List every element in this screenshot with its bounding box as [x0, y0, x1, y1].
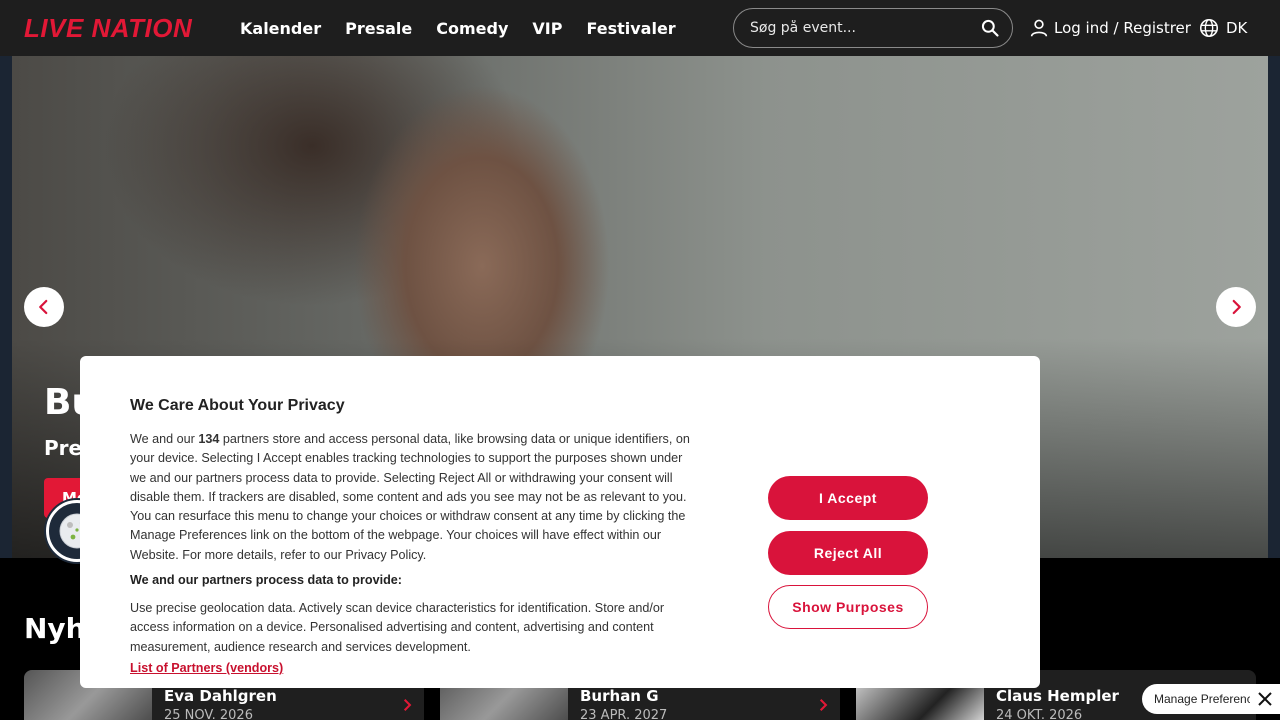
manage-preferences-label: Manage Preferences: [1154, 692, 1266, 706]
news-artist-name: Eva Dahlgren: [164, 687, 277, 705]
consent-body: We and our 134 partners store and access…: [130, 430, 695, 565]
close-icon: [1258, 692, 1272, 706]
partner-count: 134: [198, 432, 220, 446]
main-nav: Kalender Presale Comedy VIP Festivaler: [240, 0, 676, 56]
hero-side-right: [1268, 56, 1280, 558]
live-nation-logo[interactable]: LIVE NATION: [24, 15, 192, 41]
nav-item-kalender[interactable]: Kalender: [240, 19, 321, 38]
site-header: LIVE NATION Kalender Presale Comedy VIP …: [0, 0, 1280, 56]
language-selector[interactable]: DK: [1198, 0, 1247, 56]
login-label: Log ind / Registrer: [1054, 19, 1191, 37]
consent-subheading: We and our partners process data to prov…: [130, 573, 402, 587]
reject-all-button[interactable]: Reject All: [768, 531, 928, 575]
consent-body-intro: We and our: [130, 432, 199, 446]
search-input[interactable]: [750, 20, 970, 36]
chevron-right-icon: [1232, 299, 1241, 315]
manage-preferences-bar[interactable]: Manage Preferences: [1142, 684, 1280, 714]
chevron-right-icon: [403, 699, 412, 711]
globe-icon: [1199, 18, 1219, 38]
show-purposes-button[interactable]: Show Purposes: [768, 585, 928, 629]
carousel-prev-button[interactable]: [24, 287, 64, 327]
login-link[interactable]: Log ind / Registrer: [1028, 0, 1191, 56]
accept-button[interactable]: I Accept: [768, 476, 928, 520]
news-artist-name: Claus Hempler: [996, 687, 1119, 705]
consent-title: We Care About Your Privacy: [130, 397, 345, 414]
search-icon[interactable]: [980, 18, 1000, 38]
news-date: 23 APR. 2027: [580, 708, 668, 720]
news-artist-name: Burhan G: [580, 687, 659, 705]
nav-item-festivaler[interactable]: Festivaler: [586, 19, 675, 38]
chevron-right-icon: [819, 699, 828, 711]
search-box: [733, 8, 1013, 48]
nav-item-comedy[interactable]: Comedy: [436, 19, 508, 38]
consent-body-text: partners store and access personal data,…: [130, 432, 690, 562]
chevron-left-icon: [39, 299, 48, 315]
hero-side-left: [0, 56, 12, 558]
close-manage-preferences-button[interactable]: [1250, 684, 1280, 714]
nav-item-vip[interactable]: VIP: [532, 19, 562, 38]
carousel-next-button[interactable]: [1216, 287, 1256, 327]
nav-item-presale[interactable]: Presale: [345, 19, 412, 38]
partners-link[interactable]: List of Partners (vendors): [130, 661, 283, 675]
privacy-consent-dialog: We Care About Your Privacy We and our 13…: [80, 356, 1040, 688]
user-icon: [1030, 19, 1048, 37]
language-label: DK: [1226, 19, 1248, 37]
consent-purposes-text: Use precise geolocation data. Actively s…: [130, 601, 665, 654]
news-date: 25 NOV. 2026: [164, 708, 253, 720]
news-date: 24 OKT. 2026: [996, 708, 1083, 720]
